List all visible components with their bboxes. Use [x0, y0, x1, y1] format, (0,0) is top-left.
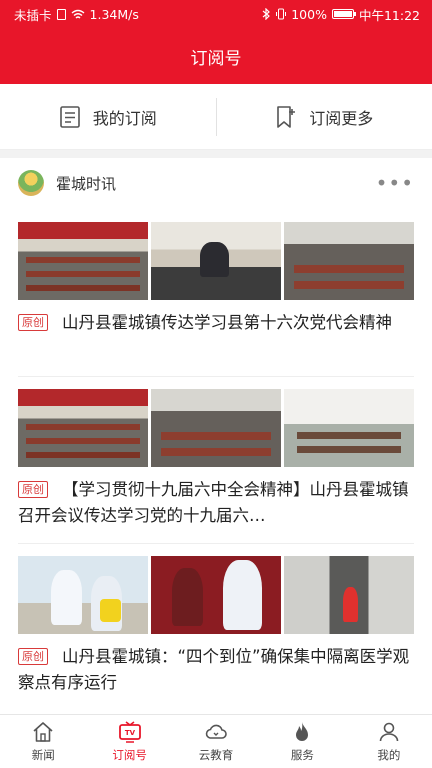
tab-label: 我的: [377, 748, 401, 762]
channel-avatar: [18, 170, 44, 196]
tab-label: 服务: [290, 748, 314, 762]
bluetooth-icon: [262, 8, 271, 20]
article-images: [18, 556, 414, 634]
battery-percent: 100%: [291, 6, 327, 22]
article-image: [151, 222, 281, 300]
article-images: [18, 389, 414, 467]
page-title: 订阅号: [190, 48, 242, 69]
article-image: [284, 389, 414, 467]
subscription-nav: 我的订阅 订阅更多: [0, 84, 432, 150]
article-title-text: 山丹县霍城镇：“四个到位”确保集中隔离医学观察点有序运行: [18, 647, 410, 692]
my-subscriptions-button[interactable]: 我的订阅: [0, 84, 216, 149]
clock: 中午11:22: [358, 7, 420, 23]
tab-services[interactable]: 服务: [259, 715, 345, 768]
my-subscriptions-label: 我的订阅: [92, 108, 157, 128]
tab-label: 新闻: [31, 748, 55, 762]
article-separator: [18, 376, 414, 377]
bottom-tab-bar: 新闻 TV 订阅号 云教育 服务 我的: [0, 714, 432, 768]
more-options-icon[interactable]: •••: [376, 171, 414, 195]
article-title-text: 山丹县霍城镇传达学习县第十六次党代会精神: [62, 313, 392, 332]
tv-icon: TV: [118, 721, 141, 743]
original-badge: 原创: [18, 648, 48, 665]
subscribe-more-label: 订阅更多: [309, 108, 374, 128]
tab-profile[interactable]: 我的: [346, 715, 432, 768]
tab-subscriptions[interactable]: TV 订阅号: [86, 715, 172, 768]
title-bar: 订阅号: [0, 28, 432, 84]
article-image: [18, 556, 148, 634]
article-image: [284, 222, 414, 300]
cloud-icon: [205, 724, 227, 739]
original-badge: 原创: [18, 481, 48, 498]
article-image: [18, 222, 148, 300]
original-badge: 原创: [18, 314, 48, 331]
user-icon: [379, 722, 399, 742]
article-card[interactable]: 原创 【学习贯彻十九届六中全会精神】山丹县霍城镇召开会议传达学习党的十九届六…: [18, 389, 414, 529]
vibrate-icon: [276, 8, 287, 20]
channel-name: 霍城时讯: [56, 174, 117, 193]
network-speed: 1.34M/s: [89, 6, 139, 22]
article-image: [284, 556, 414, 634]
article-title-text: 【学习贯彻十九届六中全会精神】山丹县霍城镇召开会议传达学习党的十九届六…: [18, 480, 409, 525]
channel-header[interactable]: 霍城时讯 •••: [0, 158, 432, 208]
article-title: 原创 山丹县霍城镇传达学习县第十六次党代会精神: [18, 310, 414, 336]
svg-text:TV: TV: [125, 729, 136, 737]
flame-icon: [296, 722, 309, 741]
carrier-label: 未插卡: [14, 7, 52, 23]
tab-label: 云教育: [198, 748, 234, 762]
wifi-icon: [71, 9, 84, 19]
home-icon: [33, 722, 53, 742]
tab-label: 订阅号: [112, 748, 147, 762]
tab-cloud-education[interactable]: 云教育: [173, 715, 259, 768]
article-image: [151, 556, 281, 634]
article-image: [151, 389, 281, 467]
article-card[interactable]: 原创 山丹县霍城镇传达学习县第十六次党代会精神: [18, 222, 414, 336]
tab-news[interactable]: 新闻: [0, 715, 86, 768]
list-doc-icon: [59, 105, 80, 128]
article-card[interactable]: 原创 山丹县霍城镇：“四个到位”确保集中隔离医学观察点有序运行: [18, 556, 414, 696]
article-title: 原创 【学习贯彻十九届六中全会精神】山丹县霍城镇召开会议传达学习党的十九届六…: [18, 477, 414, 529]
article-separator: [18, 543, 414, 544]
sim-icon: [56, 8, 66, 20]
battery-icon: [331, 9, 356, 19]
bookmark-add-icon: [277, 105, 296, 128]
article-image: [18, 389, 148, 467]
section-gap: [0, 150, 432, 158]
status-bar: 未插卡 1.34M/s 100% 中午11:22: [0, 0, 432, 28]
subscribe-more-button[interactable]: 订阅更多: [217, 84, 432, 149]
article-title: 原创 山丹县霍城镇：“四个到位”确保集中隔离医学观察点有序运行: [18, 644, 414, 696]
article-images: [18, 222, 414, 300]
